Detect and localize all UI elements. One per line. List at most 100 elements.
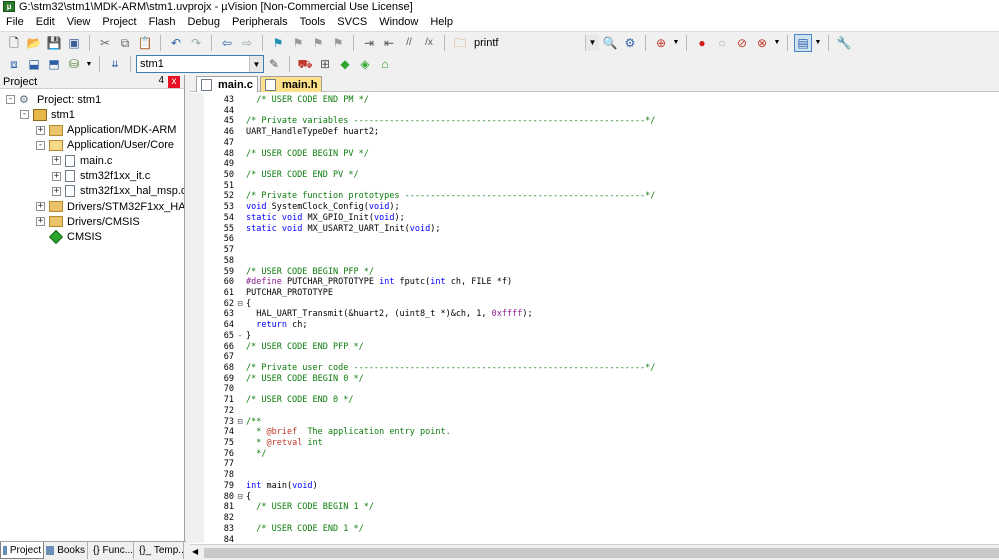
fold-marker[interactable]: ⊟ [236,417,244,428]
unindent-icon[interactable]: ⇤ [380,34,398,52]
incremental-find-icon[interactable]: ⚙ [621,34,639,52]
scroll-left-icon[interactable]: ◀ [192,547,198,556]
breakpoint-disable-all-icon[interactable]: ⊘ [733,34,751,52]
chevron-down-icon[interactable]: ▼ [672,34,680,52]
bookmark-clear-icon[interactable]: ⚑ [329,34,347,52]
batch-build-icon[interactable]: ⛁ [65,55,83,73]
target-select[interactable]: stm1 ▼ [136,55,264,73]
collapse-icon[interactable]: - [6,95,15,104]
chevron-down-icon[interactable]: ▼ [814,34,822,52]
debug-session-icon[interactable]: ⊕ [652,34,670,52]
fold-marker[interactable]: - [236,331,244,342]
breakpoint-insert-icon[interactable]: ● [693,34,711,52]
menu-svcs[interactable]: SVCS [331,13,373,31]
save-icon[interactable]: 💾 [45,34,63,52]
target-options-icon[interactable]: ✎ [265,55,283,73]
bottom-tab[interactable]: Books [44,542,88,559]
bottom-tab-label: Books [57,545,85,556]
indent-icon[interactable]: ⇥ [360,34,378,52]
fold-marker[interactable]: ⊟ [236,492,244,503]
expand-icon[interactable]: + [52,171,61,181]
open-file-icon[interactable]: 📂 [25,34,43,52]
collapse-icon[interactable]: - [20,110,29,120]
expand-icon[interactable]: + [52,156,61,166]
find-in-files-icon[interactable]: 🗀 [451,34,469,52]
pack-installer-icon[interactable]: ◆ [336,55,354,73]
chevron-down-icon[interactable]: ▼ [249,56,263,72]
file-extensions-icon[interactable]: ⛟ [296,55,314,73]
rebuild-icon[interactable]: ⬒ [45,55,63,73]
bookmark-prev-icon[interactable]: ⚑ [289,34,307,52]
tree-item[interactable]: + Drivers/STM32F1xx_HAL_Driv [36,199,184,214]
code-token: #define [246,277,282,288]
select-software-packs-icon[interactable]: ◈ [356,55,374,73]
tree-item[interactable]: - ⚙ Project: stm1 [6,92,101,107]
tree-item[interactable]: - stm1 [20,107,75,122]
chevron-down-icon[interactable]: ▼ [585,34,599,51]
translate-icon[interactable]: ⧈ [5,55,23,73]
window-layout-icon[interactable]: ▤ [794,33,812,52]
tab-main-c[interactable]: main.c [196,76,258,92]
find-icon[interactable]: 🔍 [601,34,619,52]
configure-icon[interactable]: 🔧 [835,34,853,52]
tree-item[interactable]: + stm32f1xx_hal_msp.c [52,184,184,199]
menu-edit[interactable]: Edit [30,13,61,31]
close-icon[interactable]: x [168,76,180,88]
line-number: 83 [223,523,234,534]
tree-item[interactable]: + Drivers/CMSIS [36,214,140,229]
expand-icon[interactable]: + [52,186,61,196]
find-combo[interactable]: printf ▼ [470,33,600,52]
collapse-icon[interactable]: - [36,140,45,150]
tree-item[interactable]: + stm32f1xx_it.c [52,169,150,184]
uncomment-icon[interactable]: /x [420,34,438,52]
menu-flash[interactable]: Flash [143,13,182,31]
navigate-forward-icon[interactable]: ⇨ [238,34,256,52]
navigate-back-icon[interactable]: ⇦ [218,34,236,52]
fold-marker[interactable]: ⊟ [236,299,244,310]
undo-icon[interactable]: ↶ [167,34,185,52]
bookmark-toggle-icon[interactable]: ⚑ [269,34,287,52]
menu-peripherals[interactable]: Peripherals [226,13,294,31]
expand-icon[interactable]: + [36,202,45,212]
tree-item[interactable]: CMSIS [36,230,102,245]
menu-tools[interactable]: Tools [294,13,332,31]
new-file-icon[interactable]: 🗋 [5,34,23,52]
copy-icon[interactable]: ⧉ [116,34,134,52]
manage-components-icon[interactable]: ⌂ [376,55,394,73]
code-editor[interactable]: 43 /* USER CODE END PM */ 44 45 /* Private … [190,93,999,543]
manage-run-time-icon[interactable]: ⊞ [316,55,334,73]
breakpoint-disable-icon[interactable]: ○ [713,34,731,52]
bottom-tab[interactable]: {}_ Temp... [134,542,184,559]
editor-horizontal-scrollbar[interactable]: ◀ [190,544,999,560]
breakpoint-kill-all-icon[interactable]: ⊗ [753,34,771,52]
find-combo-value: printf [474,36,499,49]
scrollbar-thumb[interactable] [204,548,999,558]
menu-project[interactable]: Project [96,13,142,31]
cut-icon[interactable]: ✂ [96,34,114,52]
expand-icon[interactable]: + [36,217,45,227]
code-token: void [246,202,267,213]
menu-view[interactable]: View [61,13,97,31]
pin-icon[interactable]: 4 [158,75,164,86]
breakpoint-gutter[interactable] [190,93,204,543]
paste-icon[interactable]: 📋 [136,34,154,52]
bottom-tab[interactable]: Project [0,542,44,559]
menu-window[interactable]: Window [373,13,424,31]
menu-help[interactable]: Help [424,13,459,31]
chevron-down-icon[interactable]: ▼ [773,34,781,52]
save-all-icon[interactable]: ▣ [65,34,83,52]
tree-item[interactable]: + main.c [52,153,112,168]
expand-icon[interactable]: + [36,125,45,135]
bottom-tab[interactable]: {} Func... [88,542,134,559]
tab-main-h[interactable]: main.h [260,76,322,92]
comment-icon[interactable]: // [400,34,418,52]
tree-item[interactable]: + Application/MDK-ARM [36,123,176,138]
build-icon[interactable]: ⬓ [25,55,43,73]
menu-file[interactable]: File [0,13,30,31]
bookmark-next-icon[interactable]: ⚑ [309,34,327,52]
tree-item[interactable]: - Application/User/Core [36,138,174,153]
menu-debug[interactable]: Debug [182,13,226,31]
chevron-down-icon[interactable]: ▼ [85,55,93,73]
download-icon[interactable]: ⇊ [106,55,124,73]
redo-icon[interactable]: ↷ [187,34,205,52]
